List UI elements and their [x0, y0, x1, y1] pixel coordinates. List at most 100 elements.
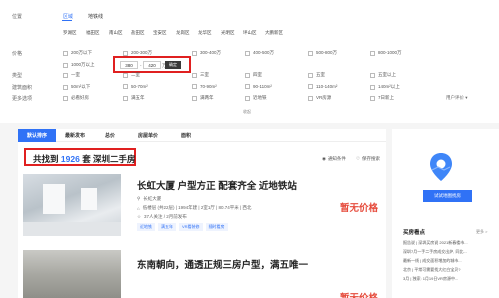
checkbox[interactable]	[308, 95, 313, 101]
option-label: 200万以下	[71, 50, 93, 55]
listing-title[interactable]: 东南朝向，通透正规三房户型，满五唯一	[137, 257, 308, 271]
price-option-5[interactable]: 500-800万	[308, 50, 337, 56]
checkbox[interactable]	[63, 72, 68, 78]
checkbox[interactable]	[192, 84, 197, 89]
checkbox[interactable]	[370, 72, 375, 78]
checkbox[interactable]	[370, 95, 375, 101]
subscribe-link[interactable]: ◉ 通知条件	[322, 156, 346, 162]
area-option-2[interactable]: 50-70m²	[123, 84, 148, 89]
price-option-4[interactable]: 400-500万	[245, 50, 274, 56]
area-option-3[interactable]: 70-90m²	[192, 84, 217, 89]
price-min-input[interactable]: 380	[120, 61, 138, 69]
option-label: VR房源	[316, 95, 332, 100]
district-pingshan[interactable]: 坪山区	[243, 30, 257, 36]
more-option-4[interactable]: 近地铁	[245, 95, 267, 101]
district-longgang[interactable]: 龙岗区	[176, 30, 190, 36]
listing-community[interactable]: ⚲ 长虹大厦	[137, 196, 161, 202]
more-option-5[interactable]: VR房源	[308, 95, 331, 101]
listing-tags: 近地铁 满五年 VR看装修 随时看房	[137, 223, 228, 231]
type-option-6[interactable]: 五室以上	[370, 72, 396, 78]
district-nanshan[interactable]: 南山区	[109, 30, 123, 36]
option-label: 四室	[253, 72, 262, 77]
option-label: 500-800万	[316, 50, 338, 55]
option-label: 50m²以下	[71, 84, 91, 89]
district-longhua[interactable]: 龙华区	[198, 30, 212, 36]
sort-total-price[interactable]: 总价	[94, 129, 126, 142]
district-yantian[interactable]: 盐田区	[131, 30, 145, 36]
district-luohu[interactable]: 罗湖区	[63, 30, 77, 36]
district-futian[interactable]: 福田区	[86, 30, 100, 36]
checkbox[interactable]	[63, 50, 68, 56]
checkbox[interactable]	[192, 72, 197, 78]
community-name: 长虹大厦	[143, 196, 162, 201]
save-search-link[interactable]: ♡ 保存搜索	[356, 156, 380, 162]
more-option-1[interactable]: 必看好房	[63, 95, 89, 101]
listing-item[interactable]: 东南朝向，通透正规三房户型，满五唯一 暂无价格	[18, 250, 386, 298]
checkbox[interactable]	[63, 84, 68, 90]
price-option-7[interactable]: 1000万以上	[63, 62, 95, 68]
checkbox[interactable]	[245, 50, 250, 56]
listing-title[interactable]: 长虹大厦 户型方正 配套齐全 近地铁站	[137, 178, 297, 192]
area-option-6[interactable]: 140m²以上	[370, 84, 400, 90]
checkbox[interactable]	[308, 50, 313, 56]
district-baoan[interactable]: 宝安区	[153, 30, 167, 36]
more-option-3[interactable]: 满两年	[192, 95, 214, 101]
user-review-dropdown[interactable]: 用户评价 ▾	[446, 95, 468, 101]
checkbox[interactable]	[308, 84, 313, 89]
price-option-3[interactable]: 300-400万	[192, 50, 221, 56]
listing-item[interactable]: 长虹大厦 户型方正 配套齐全 近地铁站 ⚲ 长虹大厦 ⌂ 低楼层 (共22层) | …	[18, 174, 386, 244]
district-dapeng[interactable]: 大鹏新区	[265, 30, 283, 36]
checkbox[interactable]	[245, 95, 250, 101]
sort-unit-price[interactable]: 房屋单价	[126, 129, 170, 142]
listing-price: 暂无价格	[340, 203, 379, 214]
type-option-5[interactable]: 五室	[308, 72, 325, 78]
type-option-3[interactable]: 三室	[192, 72, 209, 78]
more-option-6[interactable]: 7日新上	[370, 95, 394, 101]
district-guangming[interactable]: 光明区	[221, 30, 235, 36]
checkbox[interactable]	[123, 84, 128, 89]
news-item[interactable]: 深圳7月一手二手房成交出炉, 同比...	[403, 249, 467, 255]
price-option-1[interactable]: 200万以下	[63, 50, 92, 56]
map-search-button[interactable]: 试试地图找房	[423, 190, 472, 202]
price-confirm-button[interactable]: 确定	[165, 61, 181, 69]
more-option-2[interactable]: 满五年	[123, 95, 145, 101]
news-item[interactable]: 报告说 | 深圳买房说 2021新春楼市...	[403, 240, 468, 246]
type-option-2[interactable]: 二室	[123, 72, 140, 78]
tab-district[interactable]: 区域	[63, 13, 73, 20]
price-max-input[interactable]: 420	[143, 61, 161, 69]
area-option-1[interactable]: 50m²以下	[63, 84, 90, 90]
subscribe-label: 通知条件	[327, 156, 346, 161]
sort-area[interactable]: 面积	[170, 129, 202, 142]
news-item[interactable]: 最新一线 | 成交面积增加的城市...	[403, 258, 462, 264]
checkbox[interactable]	[192, 50, 197, 56]
option-label: 110-140m²	[316, 84, 338, 89]
news-more-link[interactable]: 更多 >	[476, 229, 487, 235]
checkbox[interactable]	[63, 95, 68, 101]
option-label: 必看好房	[71, 95, 89, 100]
price-option-6[interactable]: 800-1000万	[370, 50, 402, 56]
sort-newest[interactable]: 最新发布	[56, 129, 94, 142]
collapse-filters-button[interactable]: 收起	[243, 109, 251, 115]
type-option-4[interactable]: 四室	[245, 72, 262, 78]
area-option-5[interactable]: 110-140m²	[308, 84, 337, 89]
checkbox[interactable]	[308, 72, 313, 78]
listing-photo[interactable]	[23, 250, 121, 298]
checkbox[interactable]	[123, 72, 128, 78]
news-item[interactable]: 3月 | 独家: 1月19日VR房源中...	[403, 276, 458, 282]
tab-subway[interactable]: 地铁线	[88, 13, 103, 20]
checkbox[interactable]	[370, 84, 375, 90]
checkbox[interactable]	[123, 95, 128, 101]
checkbox[interactable]	[245, 84, 250, 89]
type-option-1[interactable]: 一室	[63, 72, 80, 78]
checkbox[interactable]	[63, 62, 68, 68]
checkbox[interactable]	[245, 72, 250, 78]
checkbox[interactable]	[370, 50, 375, 56]
sidebar: 试试地图找房 买房看点 更多 > 报告说 | 深圳买房说 2021新春楼市...…	[392, 129, 499, 298]
news-item[interactable]: 北京 | 平常可需要找大红白宝贝?	[403, 267, 461, 273]
tab-district-underline	[62, 20, 72, 21]
checkbox[interactable]	[192, 95, 197, 101]
sort-default[interactable]: 默认排序	[18, 129, 56, 142]
area-option-4[interactable]: 90-110m²	[245, 84, 272, 89]
listing-photo[interactable]	[23, 174, 121, 236]
checkbox[interactable]	[123, 50, 128, 56]
